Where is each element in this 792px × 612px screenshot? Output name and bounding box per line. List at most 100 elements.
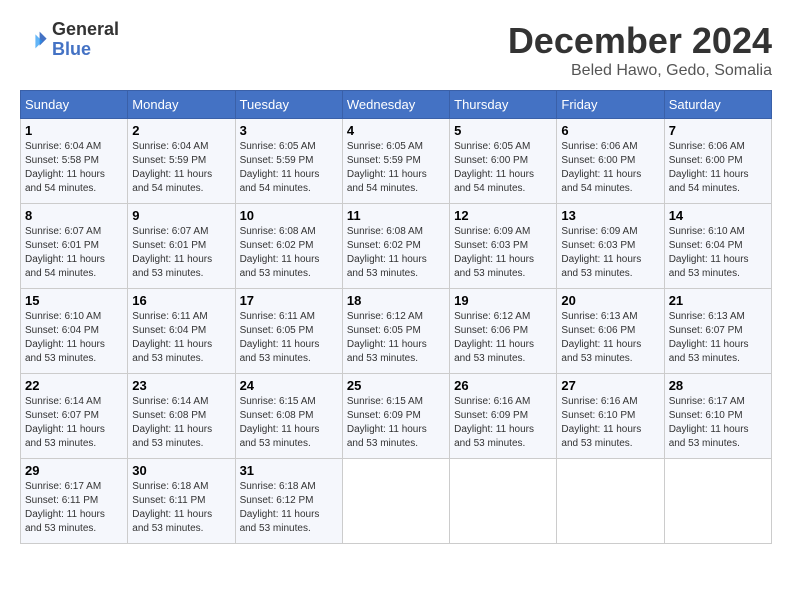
calendar-cell: 27 Sunrise: 6:16 AM Sunset: 6:10 PM Dayl… — [557, 374, 664, 459]
day-number: 3 — [240, 123, 338, 138]
day-info: Sunrise: 6:09 AM Sunset: 6:03 PM Dayligh… — [454, 225, 552, 281]
day-info: Sunrise: 6:05 AM Sunset: 6:00 PM Dayligh… — [454, 140, 552, 196]
day-number: 2 — [132, 123, 230, 138]
calendar-cell: 16 Sunrise: 6:11 AM Sunset: 6:04 PM Dayl… — [128, 289, 235, 374]
calendar-cell: 28 Sunrise: 6:17 AM Sunset: 6:10 PM Dayl… — [664, 374, 771, 459]
day-number: 23 — [132, 378, 230, 393]
day-number: 4 — [347, 123, 445, 138]
day-number: 7 — [669, 123, 767, 138]
day-info: Sunrise: 6:06 AM Sunset: 6:00 PM Dayligh… — [561, 140, 659, 196]
calendar-week-row: 22 Sunrise: 6:14 AM Sunset: 6:07 PM Dayl… — [21, 374, 772, 459]
title-section: December 2024 Beled Hawo, Gedo, Somalia — [508, 20, 772, 80]
calendar-cell: 1 Sunrise: 6:04 AM Sunset: 5:58 PM Dayli… — [21, 119, 128, 204]
calendar-cell: 22 Sunrise: 6:14 AM Sunset: 6:07 PM Dayl… — [21, 374, 128, 459]
calendar-table: SundayMondayTuesdayWednesdayThursdayFrid… — [20, 90, 772, 544]
day-number: 21 — [669, 293, 767, 308]
calendar-cell: 12 Sunrise: 6:09 AM Sunset: 6:03 PM Dayl… — [450, 204, 557, 289]
day-info: Sunrise: 6:08 AM Sunset: 6:02 PM Dayligh… — [347, 225, 445, 281]
calendar-cell: 13 Sunrise: 6:09 AM Sunset: 6:03 PM Dayl… — [557, 204, 664, 289]
weekday-header-friday: Friday — [557, 91, 664, 119]
day-number: 26 — [454, 378, 552, 393]
day-info: Sunrise: 6:11 AM Sunset: 6:04 PM Dayligh… — [132, 310, 230, 366]
weekday-header-monday: Monday — [128, 91, 235, 119]
day-number: 15 — [25, 293, 123, 308]
calendar-week-row: 8 Sunrise: 6:07 AM Sunset: 6:01 PM Dayli… — [21, 204, 772, 289]
day-info: Sunrise: 6:07 AM Sunset: 6:01 PM Dayligh… — [25, 225, 123, 281]
day-info: Sunrise: 6:17 AM Sunset: 6:11 PM Dayligh… — [25, 480, 123, 536]
day-info: Sunrise: 6:11 AM Sunset: 6:05 PM Dayligh… — [240, 310, 338, 366]
weekday-header-tuesday: Tuesday — [235, 91, 342, 119]
day-info: Sunrise: 6:09 AM Sunset: 6:03 PM Dayligh… — [561, 225, 659, 281]
day-number: 1 — [25, 123, 123, 138]
logo: General Blue — [20, 20, 119, 60]
calendar-cell: 15 Sunrise: 6:10 AM Sunset: 6:04 PM Dayl… — [21, 289, 128, 374]
day-number: 10 — [240, 208, 338, 223]
calendar-week-row: 1 Sunrise: 6:04 AM Sunset: 5:58 PM Dayli… — [21, 119, 772, 204]
day-number: 14 — [669, 208, 767, 223]
calendar-cell: 4 Sunrise: 6:05 AM Sunset: 5:59 PM Dayli… — [342, 119, 449, 204]
calendar-cell: 31 Sunrise: 6:18 AM Sunset: 6:12 PM Dayl… — [235, 459, 342, 544]
calendar-cell: 11 Sunrise: 6:08 AM Sunset: 6:02 PM Dayl… — [342, 204, 449, 289]
day-number: 12 — [454, 208, 552, 223]
day-info: Sunrise: 6:04 AM Sunset: 5:58 PM Dayligh… — [25, 140, 123, 196]
logo-text: General Blue — [52, 20, 119, 60]
day-number: 11 — [347, 208, 445, 223]
calendar-cell: 24 Sunrise: 6:15 AM Sunset: 6:08 PM Dayl… — [235, 374, 342, 459]
calendar-cell — [557, 459, 664, 544]
day-info: Sunrise: 6:18 AM Sunset: 6:11 PM Dayligh… — [132, 480, 230, 536]
calendar-cell: 23 Sunrise: 6:14 AM Sunset: 6:08 PM Dayl… — [128, 374, 235, 459]
calendar-cell: 5 Sunrise: 6:05 AM Sunset: 6:00 PM Dayli… — [450, 119, 557, 204]
weekday-header-sunday: Sunday — [21, 91, 128, 119]
day-number: 29 — [25, 463, 123, 478]
weekday-header-wednesday: Wednesday — [342, 91, 449, 119]
logo-line1: General — [52, 20, 119, 40]
calendar-cell: 26 Sunrise: 6:16 AM Sunset: 6:09 PM Dayl… — [450, 374, 557, 459]
day-number: 25 — [347, 378, 445, 393]
day-info: Sunrise: 6:08 AM Sunset: 6:02 PM Dayligh… — [240, 225, 338, 281]
day-number: 22 — [25, 378, 123, 393]
day-info: Sunrise: 6:16 AM Sunset: 6:10 PM Dayligh… — [561, 395, 659, 451]
page-header: General Blue December 2024 Beled Hawo, G… — [20, 20, 772, 80]
calendar-cell — [450, 459, 557, 544]
calendar-cell: 21 Sunrise: 6:13 AM Sunset: 6:07 PM Dayl… — [664, 289, 771, 374]
day-info: Sunrise: 6:05 AM Sunset: 5:59 PM Dayligh… — [240, 140, 338, 196]
day-info: Sunrise: 6:14 AM Sunset: 6:08 PM Dayligh… — [132, 395, 230, 451]
day-number: 13 — [561, 208, 659, 223]
day-number: 17 — [240, 293, 338, 308]
weekday-header-saturday: Saturday — [664, 91, 771, 119]
day-number: 28 — [669, 378, 767, 393]
calendar-cell: 14 Sunrise: 6:10 AM Sunset: 6:04 PM Dayl… — [664, 204, 771, 289]
day-number: 5 — [454, 123, 552, 138]
logo-icon — [20, 26, 48, 54]
day-info: Sunrise: 6:13 AM Sunset: 6:06 PM Dayligh… — [561, 310, 659, 366]
calendar-cell: 2 Sunrise: 6:04 AM Sunset: 5:59 PM Dayli… — [128, 119, 235, 204]
day-number: 31 — [240, 463, 338, 478]
day-info: Sunrise: 6:16 AM Sunset: 6:09 PM Dayligh… — [454, 395, 552, 451]
day-info: Sunrise: 6:10 AM Sunset: 6:04 PM Dayligh… — [25, 310, 123, 366]
calendar-week-row: 15 Sunrise: 6:10 AM Sunset: 6:04 PM Dayl… — [21, 289, 772, 374]
calendar-cell: 9 Sunrise: 6:07 AM Sunset: 6:01 PM Dayli… — [128, 204, 235, 289]
calendar-cell: 19 Sunrise: 6:12 AM Sunset: 6:06 PM Dayl… — [450, 289, 557, 374]
calendar-cell: 10 Sunrise: 6:08 AM Sunset: 6:02 PM Dayl… — [235, 204, 342, 289]
day-number: 30 — [132, 463, 230, 478]
day-number: 24 — [240, 378, 338, 393]
day-info: Sunrise: 6:06 AM Sunset: 6:00 PM Dayligh… — [669, 140, 767, 196]
day-info: Sunrise: 6:17 AM Sunset: 6:10 PM Dayligh… — [669, 395, 767, 451]
calendar-cell: 18 Sunrise: 6:12 AM Sunset: 6:05 PM Dayl… — [342, 289, 449, 374]
calendar-cell: 25 Sunrise: 6:15 AM Sunset: 6:09 PM Dayl… — [342, 374, 449, 459]
logo-line2: Blue — [52, 40, 119, 60]
calendar-cell: 17 Sunrise: 6:11 AM Sunset: 6:05 PM Dayl… — [235, 289, 342, 374]
day-number: 6 — [561, 123, 659, 138]
calendar-cell — [342, 459, 449, 544]
calendar-cell — [664, 459, 771, 544]
day-number: 8 — [25, 208, 123, 223]
calendar-cell: 7 Sunrise: 6:06 AM Sunset: 6:00 PM Dayli… — [664, 119, 771, 204]
day-info: Sunrise: 6:07 AM Sunset: 6:01 PM Dayligh… — [132, 225, 230, 281]
day-info: Sunrise: 6:13 AM Sunset: 6:07 PM Dayligh… — [669, 310, 767, 366]
day-number: 18 — [347, 293, 445, 308]
location: Beled Hawo, Gedo, Somalia — [508, 62, 772, 80]
day-number: 16 — [132, 293, 230, 308]
day-number: 9 — [132, 208, 230, 223]
calendar-cell: 29 Sunrise: 6:17 AM Sunset: 6:11 PM Dayl… — [21, 459, 128, 544]
calendar-cell: 8 Sunrise: 6:07 AM Sunset: 6:01 PM Dayli… — [21, 204, 128, 289]
